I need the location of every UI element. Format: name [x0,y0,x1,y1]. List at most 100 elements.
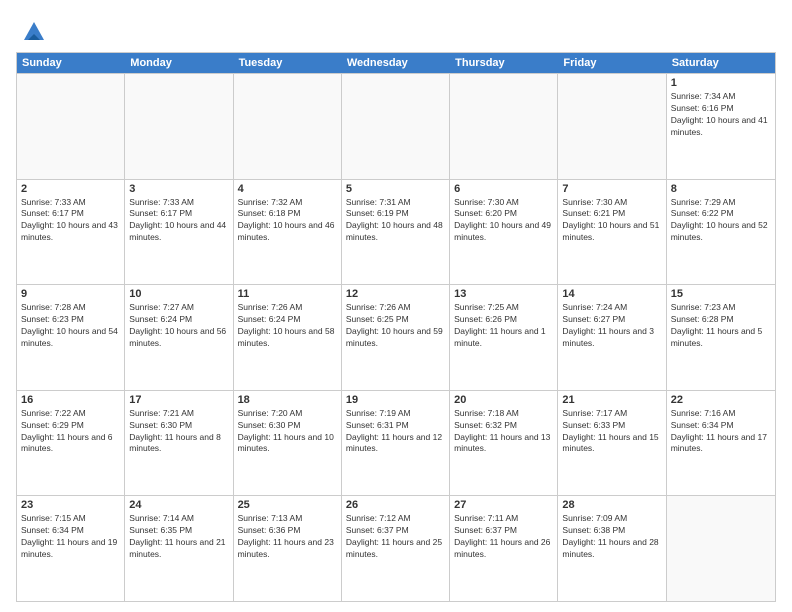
day-number: 12 [346,288,445,300]
calendar-cell [450,74,558,179]
calendar-body: 1Sunrise: 7:34 AM Sunset: 6:16 PM Daylig… [17,73,775,601]
calendar-cell [667,496,775,601]
calendar-cell: 5 Sunrise: 7:31 AM Sunset: 6:19 PM Daylig… [342,180,450,285]
weekday-header: Saturday [667,53,775,73]
day-info: Sunrise: 7:32 AM Sunset: 6:18 PM Dayligh… [238,197,337,245]
calendar-cell: 1Sunrise: 7:34 AM Sunset: 6:16 PM Daylig… [667,74,775,179]
day-info: Sunrise: 7:26 AM Sunset: 6:24 PM Dayligh… [238,302,337,350]
calendar-cell [125,74,233,179]
calendar-cell: 9 Sunrise: 7:28 AM Sunset: 6:23 PM Daylig… [17,285,125,390]
calendar-cell: 10 Sunrise: 7:27 AM Sunset: 6:24 PM Dayli… [125,285,233,390]
day-number: 6 [454,183,553,195]
day-info: Sunrise: 7:16 AM Sunset: 6:34 PM Dayligh… [671,408,771,456]
calendar-cell [234,74,342,179]
day-number: 5 [346,183,445,195]
calendar-cell: 18Sunrise: 7:20 AM Sunset: 6:30 PM Dayli… [234,391,342,496]
calendar-cell: 25 Sunrise: 7:13 AM Sunset: 6:36 PM Dayli… [234,496,342,601]
calendar-cell: 27Sunrise: 7:11 AM Sunset: 6:37 PM Dayli… [450,496,558,601]
day-info: Sunrise: 7:09 AM Sunset: 6:38 PM Dayligh… [562,513,661,561]
calendar-cell: 4 Sunrise: 7:32 AM Sunset: 6:18 PM Daylig… [234,180,342,285]
day-info: Sunrise: 7:28 AM Sunset: 6:23 PM Dayligh… [21,302,120,350]
calendar-cell: 11Sunrise: 7:26 AM Sunset: 6:24 PM Dayli… [234,285,342,390]
day-number: 3 [129,183,228,195]
calendar-cell: 16 Sunrise: 7:22 AM Sunset: 6:29 PM Dayli… [17,391,125,496]
day-number: 22 [671,394,771,406]
calendar-week-row: 2 Sunrise: 7:33 AM Sunset: 6:17 PM Daylig… [17,179,775,285]
calendar-cell [17,74,125,179]
logo-icon [20,16,48,44]
calendar-week-row: 23 Sunrise: 7:15 AM Sunset: 6:34 PM Dayli… [17,495,775,601]
day-info: Sunrise: 7:18 AM Sunset: 6:32 PM Dayligh… [454,408,553,456]
calendar-header-row: SundayMondayTuesdayWednesdayThursdayFrid… [17,53,775,73]
day-info: Sunrise: 7:14 AM Sunset: 6:35 PM Dayligh… [129,513,228,561]
calendar-cell: 13 Sunrise: 7:25 AM Sunset: 6:26 PM Dayli… [450,285,558,390]
weekday-header: Tuesday [234,53,342,73]
calendar-cell [342,74,450,179]
day-info: Sunrise: 7:19 AM Sunset: 6:31 PM Dayligh… [346,408,445,456]
day-info: Sunrise: 7:33 AM Sunset: 6:17 PM Dayligh… [129,197,228,245]
day-info: Sunrise: 7:21 AM Sunset: 6:30 PM Dayligh… [129,408,228,456]
day-number: 25 [238,499,337,511]
day-number: 27 [454,499,553,511]
day-number: 4 [238,183,337,195]
calendar-week-row: 9 Sunrise: 7:28 AM Sunset: 6:23 PM Daylig… [17,284,775,390]
calendar-cell: 28 Sunrise: 7:09 AM Sunset: 6:38 PM Dayli… [558,496,666,601]
calendar-cell: 7 Sunrise: 7:30 AM Sunset: 6:21 PM Daylig… [558,180,666,285]
day-info: Sunrise: 7:24 AM Sunset: 6:27 PM Dayligh… [562,302,661,350]
calendar-cell: 6 Sunrise: 7:30 AM Sunset: 6:20 PM Daylig… [450,180,558,285]
day-info: Sunrise: 7:31 AM Sunset: 6:19 PM Dayligh… [346,197,445,245]
calendar-cell: 22 Sunrise: 7:16 AM Sunset: 6:34 PM Dayli… [667,391,775,496]
calendar-cell: 12 Sunrise: 7:26 AM Sunset: 6:25 PM Dayli… [342,285,450,390]
day-number: 13 [454,288,553,300]
calendar-week-row: 1Sunrise: 7:34 AM Sunset: 6:16 PM Daylig… [17,73,775,179]
page: SundayMondayTuesdayWednesdayThursdayFrid… [0,0,792,612]
day-number: 7 [562,183,661,195]
day-info: Sunrise: 7:15 AM Sunset: 6:34 PM Dayligh… [21,513,120,561]
calendar-cell: 3 Sunrise: 7:33 AM Sunset: 6:17 PM Daylig… [125,180,233,285]
weekday-header: Sunday [17,53,125,73]
calendar-cell: 20 Sunrise: 7:18 AM Sunset: 6:32 PM Dayli… [450,391,558,496]
day-info: Sunrise: 7:27 AM Sunset: 6:24 PM Dayligh… [129,302,228,350]
day-info: Sunrise: 7:12 AM Sunset: 6:37 PM Dayligh… [346,513,445,561]
calendar: SundayMondayTuesdayWednesdayThursdayFrid… [16,52,776,602]
day-number: 24 [129,499,228,511]
day-number: 20 [454,394,553,406]
weekday-header: Monday [125,53,233,73]
day-number: 21 [562,394,661,406]
calendar-cell: 19 Sunrise: 7:19 AM Sunset: 6:31 PM Dayli… [342,391,450,496]
day-info: Sunrise: 7:22 AM Sunset: 6:29 PM Dayligh… [21,408,120,456]
header [16,16,776,44]
weekday-header: Wednesday [342,53,450,73]
day-info: Sunrise: 7:30 AM Sunset: 6:20 PM Dayligh… [454,197,553,245]
day-info: Sunrise: 7:26 AM Sunset: 6:25 PM Dayligh… [346,302,445,350]
calendar-cell: 23 Sunrise: 7:15 AM Sunset: 6:34 PM Dayli… [17,496,125,601]
logo [16,16,48,44]
day-number: 9 [21,288,120,300]
day-number: 23 [21,499,120,511]
calendar-week-row: 16 Sunrise: 7:22 AM Sunset: 6:29 PM Dayli… [17,390,775,496]
day-info: Sunrise: 7:29 AM Sunset: 6:22 PM Dayligh… [671,197,771,245]
day-number: 19 [346,394,445,406]
day-number: 26 [346,499,445,511]
day-number: 2 [21,183,120,195]
weekday-header: Friday [558,53,666,73]
day-info: Sunrise: 7:30 AM Sunset: 6:21 PM Dayligh… [562,197,661,245]
calendar-cell: 2Sunrise: 7:33 AM Sunset: 6:17 PM Daylig… [17,180,125,285]
weekday-header: Thursday [450,53,558,73]
day-info: Sunrise: 7:20 AM Sunset: 6:30 PM Dayligh… [238,408,337,456]
day-info: Sunrise: 7:17 AM Sunset: 6:33 PM Dayligh… [562,408,661,456]
day-number: 28 [562,499,661,511]
calendar-cell: 8Sunrise: 7:29 AM Sunset: 6:22 PM Daylig… [667,180,775,285]
calendar-cell: 17 Sunrise: 7:21 AM Sunset: 6:30 PM Dayli… [125,391,233,496]
day-info: Sunrise: 7:25 AM Sunset: 6:26 PM Dayligh… [454,302,553,350]
calendar-cell: 14 Sunrise: 7:24 AM Sunset: 6:27 PM Dayli… [558,285,666,390]
day-number: 10 [129,288,228,300]
day-number: 14 [562,288,661,300]
day-number: 15 [671,288,771,300]
calendar-cell: 24 Sunrise: 7:14 AM Sunset: 6:35 PM Dayli… [125,496,233,601]
calendar-cell: 21 Sunrise: 7:17 AM Sunset: 6:33 PM Dayli… [558,391,666,496]
day-number: 16 [21,394,120,406]
day-info: Sunrise: 7:13 AM Sunset: 6:36 PM Dayligh… [238,513,337,561]
day-number: 17 [129,394,228,406]
calendar-cell [558,74,666,179]
